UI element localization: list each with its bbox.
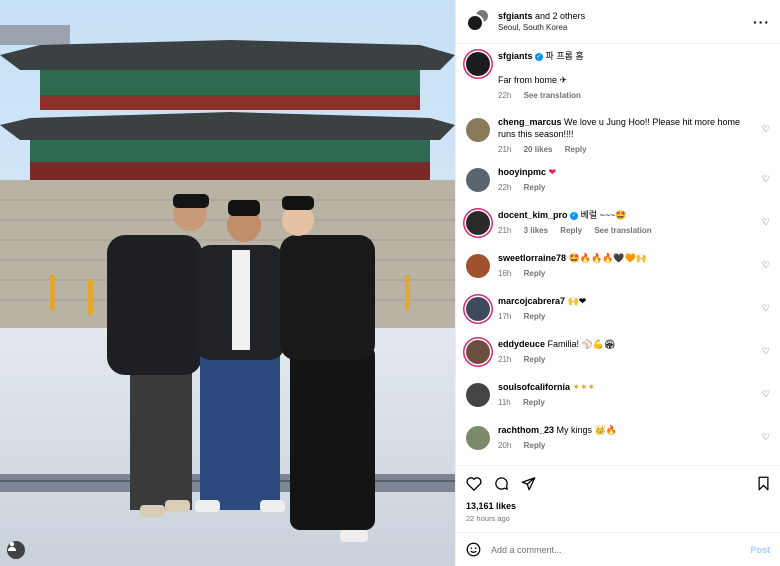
comment-row: marcojcabrera7 🙌❤ 17h Reply ♡ xyxy=(466,295,770,338)
post-photo[interactable] xyxy=(0,0,455,566)
comment-input[interactable]: Add a comment... xyxy=(491,545,750,555)
comment-bubble-icon[interactable] xyxy=(494,476,509,491)
bookmark-icon[interactable] xyxy=(757,476,770,491)
caption: sfgiants ✓ 파 프롬 홈 Far from home ✈ 22h Se… xyxy=(466,50,770,116)
avatar[interactable] xyxy=(466,118,490,142)
like-comment-heart-icon[interactable]: ♡ xyxy=(762,346,770,357)
comment-text: Familia! ⚾💪🏟 xyxy=(547,339,616,349)
reply-button[interactable]: Reply xyxy=(565,145,587,154)
see-translation-link[interactable]: See translation xyxy=(524,91,581,100)
avatar[interactable] xyxy=(466,426,490,450)
avatar[interactable] xyxy=(466,297,490,321)
comment-text: ✴✴✴ xyxy=(572,382,596,392)
comment-username[interactable]: soulsofcalifornia xyxy=(498,382,570,392)
comment-row: eddydeuce Familia! ⚾💪🏟 21h Reply ♡ xyxy=(466,338,770,381)
header-and-others[interactable]: and 2 others xyxy=(535,11,585,21)
reply-button[interactable]: Reply xyxy=(524,269,546,278)
caption-text: Far from home ✈ xyxy=(498,75,568,85)
comment-username[interactable]: hooyinpmc xyxy=(498,167,546,177)
comments-list[interactable]: sfgiants ✓ 파 프롬 홈 Far from home ✈ 22h Se… xyxy=(456,44,780,465)
person-icon xyxy=(8,542,16,551)
comment-time: 20h xyxy=(498,441,512,450)
avatar[interactable] xyxy=(466,340,490,364)
comment-username[interactable]: docent_kim_pro xyxy=(498,210,568,220)
photo-scene xyxy=(0,0,455,566)
add-comment-bar: Add a comment... Post xyxy=(456,532,780,566)
post-actions xyxy=(456,465,780,501)
comment-row: soulsofcalifornia ✴✴✴ 11h Reply ♡ xyxy=(466,381,770,424)
comment-likes[interactable]: 3 likes xyxy=(524,226,548,235)
comment-username[interactable]: sweetlorraine78 xyxy=(498,253,566,263)
avatar[interactable] xyxy=(466,211,490,235)
reply-button[interactable]: Reply xyxy=(524,355,546,364)
likes-count[interactable]: 13,161 likes xyxy=(456,501,780,511)
comment-time: 21h xyxy=(498,355,512,364)
comment-text: 🤩🔥🔥🔥🖤🧡🙌 xyxy=(568,253,648,263)
verified-badge-icon: ✓ xyxy=(570,211,579,220)
comment-row: hooyinpmc ❤ 22h Reply ♡ xyxy=(466,166,770,209)
avatar[interactable] xyxy=(466,383,490,407)
share-send-icon[interactable] xyxy=(521,476,536,491)
comment-time: 11h xyxy=(498,398,511,407)
comment-username[interactable]: cheng_marcus xyxy=(498,117,562,127)
comment-row: cheng_marcus We love u Jung Hoo!! Please… xyxy=(466,116,770,166)
reply-button[interactable]: Reply xyxy=(524,312,546,321)
reply-button[interactable]: Reply xyxy=(560,226,582,235)
like-comment-heart-icon[interactable]: ♡ xyxy=(762,260,770,271)
see-translation-link[interactable]: See translation xyxy=(594,226,651,235)
comment-row: sweetlorraine78 🤩🔥🔥🔥🖤🧡🙌 16h Reply ♡ xyxy=(466,252,770,295)
location-link[interactable]: Seoul, South Korea xyxy=(498,23,753,32)
comment-time: 16h xyxy=(498,269,512,278)
collab-avatars[interactable] xyxy=(466,7,490,34)
comment-row: rachthom_23 My kings 👑🔥 20h Reply ♡ xyxy=(466,424,770,465)
verified-badge-icon: ✓ xyxy=(535,52,544,61)
more-options-icon[interactable]: ··· xyxy=(753,14,770,30)
tagged-users-button[interactable] xyxy=(7,541,25,559)
post-comment-button[interactable]: Post xyxy=(750,545,770,555)
comment-time: 17h xyxy=(498,312,512,321)
avatar[interactable] xyxy=(466,168,490,192)
caption-username[interactable]: sfgiants xyxy=(498,51,533,61)
comment-time: 21h xyxy=(498,145,512,154)
posted-time: 22 hours ago xyxy=(466,514,510,523)
comment-time: 22h xyxy=(498,183,512,192)
avatar[interactable] xyxy=(466,52,490,76)
post-header: sfgiants and 2 others Seoul, South Korea… xyxy=(456,0,780,44)
like-heart-icon[interactable] xyxy=(466,476,482,491)
comment-username[interactable]: eddydeuce xyxy=(498,339,545,349)
comment-text: 🙌❤ xyxy=(567,296,587,306)
caption-tagline: 파 프롬 홈 xyxy=(545,51,584,61)
comment-username[interactable]: marcojcabrera7 xyxy=(498,296,565,306)
reply-button[interactable]: Reply xyxy=(524,183,546,192)
like-comment-heart-icon[interactable]: ♡ xyxy=(762,174,770,185)
reply-button[interactable]: Reply xyxy=(524,441,546,450)
like-comment-heart-icon[interactable]: ♡ xyxy=(762,217,770,228)
header-account-name[interactable]: sfgiants xyxy=(498,11,533,21)
comment-row: docent_kim_pro ✓ 베럴 ~~~🤩 21h 3 likes Rep… xyxy=(466,209,770,252)
like-comment-heart-icon[interactable]: ♡ xyxy=(762,124,770,135)
emoji-icon[interactable] xyxy=(466,542,481,557)
reply-button[interactable]: Reply xyxy=(523,398,545,407)
comment-text: 베럴 ~~~🤩 xyxy=(580,210,627,220)
like-comment-heart-icon[interactable]: ♡ xyxy=(762,432,770,443)
comment-text: ❤ xyxy=(548,167,557,177)
post-details-panel: sfgiants and 2 others Seoul, South Korea… xyxy=(455,0,780,566)
like-comment-heart-icon[interactable]: ♡ xyxy=(762,389,770,400)
caption-time: 22h xyxy=(498,91,512,100)
avatar xyxy=(466,13,484,32)
like-comment-heart-icon[interactable]: ♡ xyxy=(762,303,770,314)
comment-likes[interactable]: 20 likes xyxy=(524,145,553,154)
avatar[interactable] xyxy=(466,254,490,278)
comment-username[interactable]: rachthom_23 xyxy=(498,425,554,435)
comment-text: My kings 👑🔥 xyxy=(556,425,617,435)
comment-time: 21h xyxy=(498,226,512,235)
